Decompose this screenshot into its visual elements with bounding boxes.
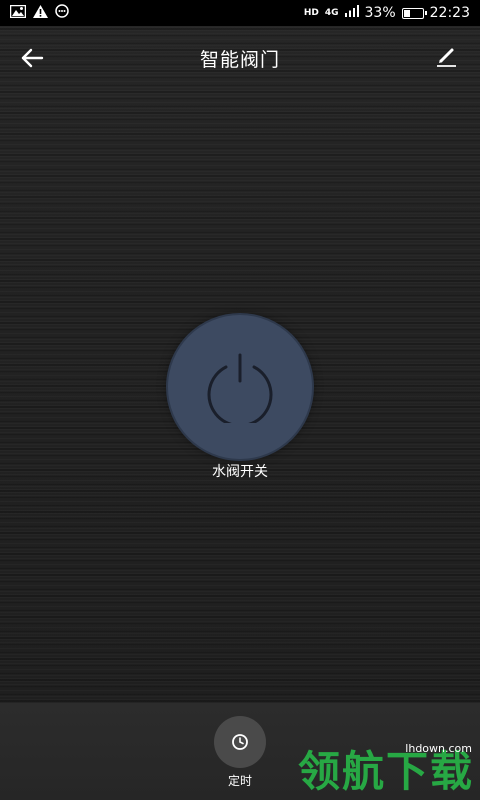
app-bar: 智能阀门 [0, 26, 480, 88]
page-title: 智能阀门 [199, 49, 280, 71]
battery-percent: 33% [364, 5, 396, 21]
status-left [9, 4, 69, 22]
timer-label: 定时 [227, 774, 252, 788]
watermark-url: lhdown.com [405, 742, 472, 755]
power-button-label: 水阀开关 [212, 464, 268, 480]
watermark: 领航下载 lhdown.com [298, 742, 478, 800]
app-screen: HD 4G 33% 22:23 智能阀门 水阀开关 定时 领航下载 lhdown… [0, 0, 480, 800]
pencil-icon [437, 48, 456, 67]
water-valve-power-button[interactable] [168, 315, 312, 459]
image-icon [9, 4, 27, 22]
clock: 22:23 [429, 5, 470, 21]
battery-fill [403, 9, 410, 17]
hd-badge: HD [303, 8, 319, 18]
clock-icon [232, 734, 248, 750]
power-icon [207, 353, 273, 423]
timer-button[interactable] [214, 716, 266, 768]
signal-icon [344, 5, 359, 21]
network-type: 4G [324, 8, 339, 18]
warning-icon [33, 4, 48, 22]
edit-button[interactable] [434, 44, 460, 70]
battery-icon [401, 7, 427, 19]
status-right: HD 4G 33% 22:23 [304, 5, 470, 21]
status-bar: HD 4G 33% 22:23 [0, 0, 480, 26]
message-icon [55, 4, 69, 22]
